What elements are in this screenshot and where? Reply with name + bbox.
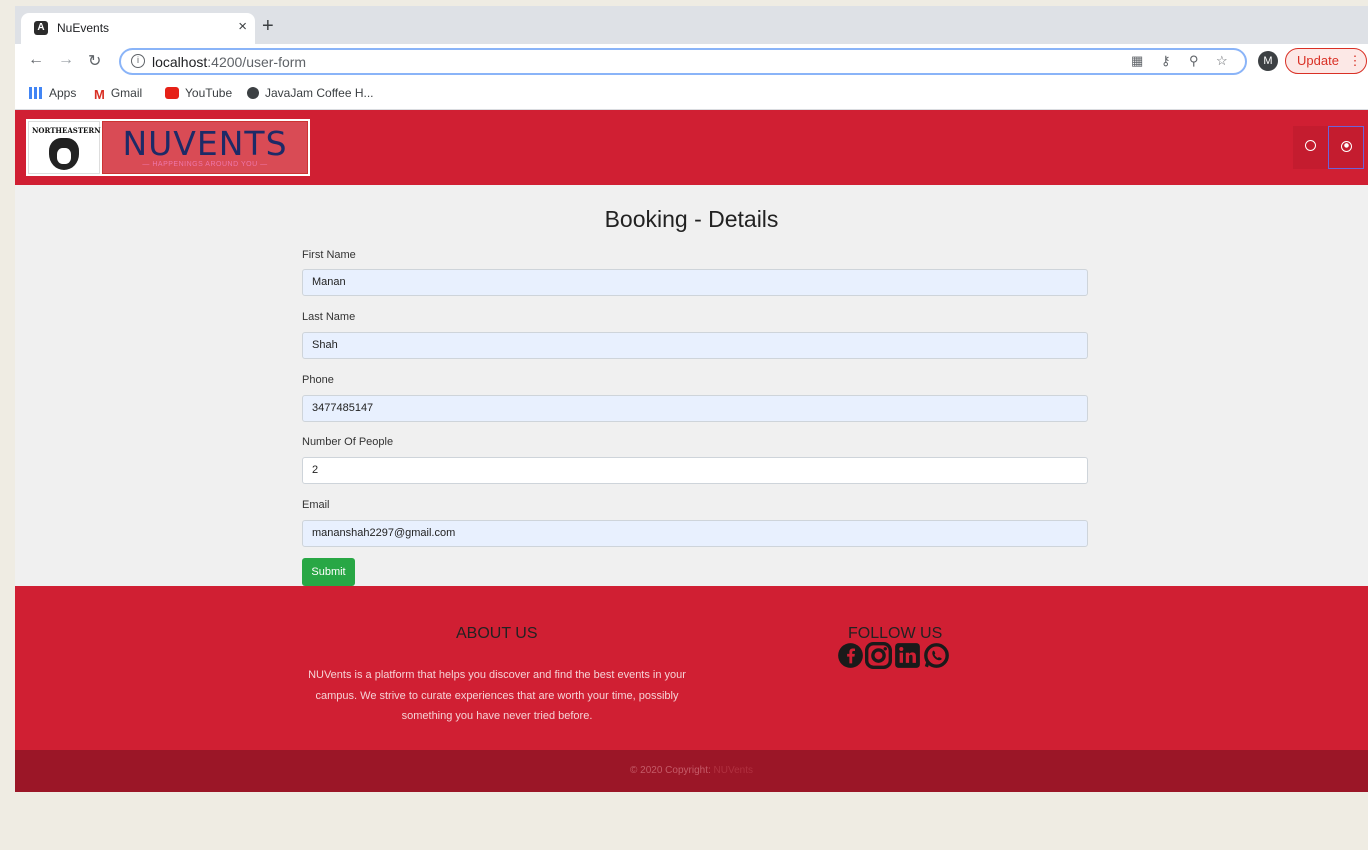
apps-grid-icon (29, 87, 43, 99)
bookmarks-bar: Apps M Gmail YouTube JavaJam Coffee H... (15, 79, 1368, 110)
update-button[interactable]: Update ⋮ (1285, 48, 1367, 74)
follow-us-heading: FOLLOW US (848, 625, 943, 642)
nuvents-logo: NUVENTS — HAPPENINGS AROUND YOU — (102, 121, 308, 174)
avatar[interactable]: M (1258, 51, 1278, 71)
site-logo[interactable]: NORTHEASTERN NUVENTS — HAPPENINGS AROUND… (26, 119, 310, 176)
tab-title: NuEvents (57, 21, 110, 35)
number-of-people-field[interactable]: 2 (302, 457, 1088, 484)
info-icon[interactable]: i (131, 54, 145, 68)
email-field[interactable]: mananshah2297@gmail.com (302, 520, 1088, 547)
star-icon[interactable]: ☆ (1216, 53, 1228, 69)
about-us-heading: ABOUT US (456, 625, 538, 642)
copyright-link[interactable]: NUVents (714, 765, 753, 776)
reload-icon[interactable]: ↻ (88, 51, 101, 71)
last-name-label: Last Name (302, 311, 356, 323)
user-circle-icon (1341, 141, 1352, 152)
number-of-people-label: Number Of People (302, 436, 394, 448)
logo-subtitle: — HAPPENINGS AROUND YOU — (142, 161, 268, 168)
phone-label: Phone (302, 374, 334, 386)
globe-icon (247, 87, 259, 99)
copyright-text: © 2020 Copyright: NUVents (630, 765, 753, 776)
search-icon (1305, 140, 1316, 151)
url-text: localhost:4200/user-form (152, 54, 307, 70)
husky-icon (49, 138, 79, 170)
about-us-text: NUVents is a platform that helps you dis… (308, 669, 686, 722)
key-icon[interactable]: ⚷ (1161, 53, 1171, 69)
site-footer: ABOUT US NUVents is a platform that help… (15, 586, 1368, 750)
page-title: Booking - Details (604, 206, 779, 232)
web-page: NORTHEASTERN NUVENTS — HAPPENINGS AROUND… (15, 110, 1368, 792)
facebook-icon[interactable] (837, 642, 864, 669)
first-name-label: First Name (302, 249, 356, 261)
bookmark-gmail[interactable]: M Gmail (94, 86, 142, 102)
logo-text: NUVENTS (122, 124, 288, 163)
back-icon[interactable]: ← (28, 51, 44, 69)
bookmark-youtube[interactable]: YouTube (165, 86, 232, 100)
first-name-field[interactable]: Manan (302, 269, 1088, 296)
browser-toolbar: ← → ↻ i localhost:4200/user-form ▦ ⚷ ⚲ ☆… (15, 44, 1368, 79)
northeastern-logo: NORTHEASTERN (28, 121, 101, 174)
user-button[interactable] (1328, 126, 1364, 169)
linkedin-icon[interactable] (894, 642, 921, 669)
youtube-icon (165, 87, 179, 99)
browser-tab[interactable]: A NuEvents × (21, 13, 255, 44)
close-icon[interactable]: × (238, 18, 247, 35)
new-tab-button[interactable]: + (262, 16, 274, 36)
gmail-icon: M (94, 87, 105, 102)
angular-icon: A (34, 21, 48, 35)
search-button[interactable] (1293, 126, 1329, 169)
zoom-icon[interactable]: ⚲ (1189, 53, 1199, 69)
tab-strip: A NuEvents × + (15, 6, 1368, 44)
bookmark-javajam[interactable]: JavaJam Coffee H... (247, 86, 374, 100)
site-header: NORTHEASTERN NUVENTS — HAPPENINGS AROUND… (15, 110, 1368, 185)
submit-button[interactable]: Submit (302, 558, 355, 586)
instagram-icon[interactable] (865, 642, 892, 669)
logo-school: NORTHEASTERN (32, 126, 101, 135)
whatsapp-icon[interactable] (923, 642, 950, 669)
forward-icon[interactable]: → (58, 51, 74, 69)
last-name-field[interactable]: Shah (302, 332, 1088, 359)
address-bar[interactable]: i localhost:4200/user-form ▦ ⚷ ⚲ ☆ (119, 48, 1247, 75)
browser-chrome: A NuEvents × + ← → ↻ i localhost:4200/us… (15, 6, 1368, 110)
phone-field[interactable]: 3477485147 (302, 395, 1088, 422)
qr-code-icon[interactable]: ▦ (1131, 53, 1143, 69)
copyright-bar: © 2020 Copyright: NUVents (15, 750, 1368, 792)
email-label: Email (302, 499, 330, 511)
bookmark-apps[interactable]: Apps (29, 86, 76, 100)
